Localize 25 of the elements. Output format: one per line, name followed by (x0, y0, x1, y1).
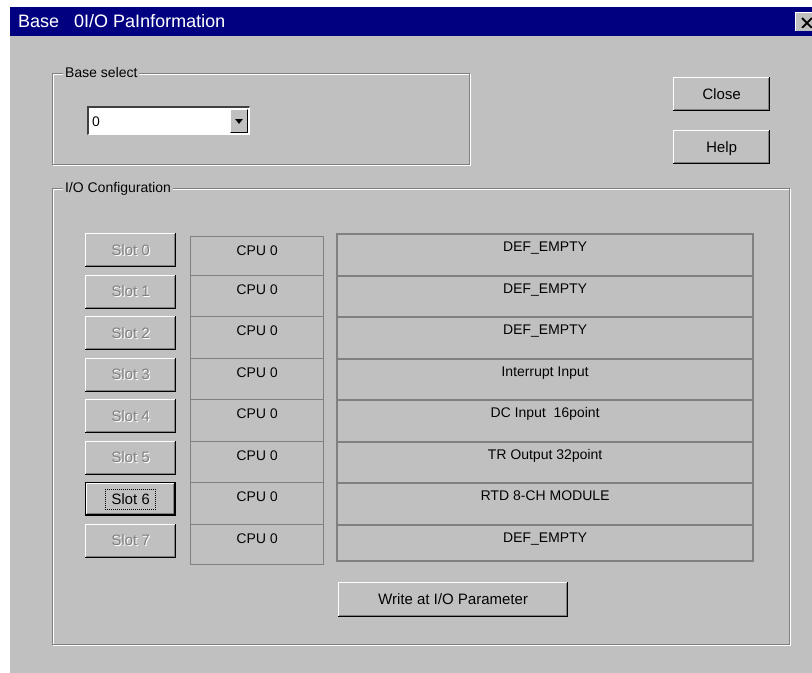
module-cell: DEF_EMPTY (336, 316, 754, 358)
module-cell: TR Output 32point (336, 440, 754, 482)
base-dropdown[interactable]: 0 (87, 106, 250, 135)
window-title: Base 0I/O PaInformation (18, 11, 226, 32)
group-label: Base select (63, 64, 140, 80)
module-cell: DEF_EMPTY (336, 524, 754, 562)
group-label: I/O Configuration (63, 179, 173, 195)
cpu-cell: CPU 0 (190, 482, 324, 524)
cpu-cell: CPU 0 (190, 316, 324, 358)
cpu-cell: CPU 0 (190, 236, 324, 274)
cpu-cell: CPU 0 (190, 399, 324, 440)
cpu-cell: CPU 0 (190, 274, 324, 316)
module-cell: DEF_EMPTY (336, 233, 754, 274)
close-icon[interactable] (795, 12, 812, 31)
cpu-cell: CPU 0 (190, 358, 324, 399)
dialog-button[interactable]: Help (673, 130, 770, 164)
slot-button[interactable]: Slot 6 (85, 482, 176, 516)
module-cell: RTD 8-CH MODULE (336, 482, 754, 524)
cpu-cell: CPU 0 (190, 524, 324, 565)
cpu-cell: CPU 0 (190, 440, 324, 482)
write-button[interactable]: Write at I/O Parameter (338, 582, 568, 617)
module-cell: DC Input 16point (336, 399, 754, 440)
module-cell: Interrupt Input (336, 358, 754, 399)
dialog-button[interactable]: Close (673, 77, 770, 111)
module-cell: DEF_EMPTY (336, 274, 754, 316)
